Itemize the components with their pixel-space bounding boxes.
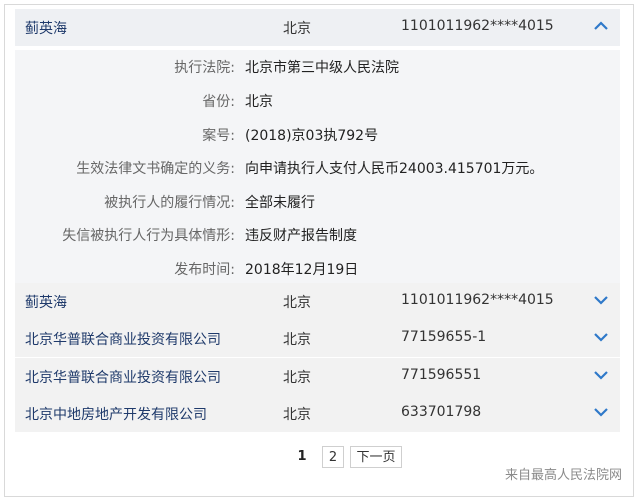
detail-value: 北京	[245, 94, 273, 110]
result-row[interactable]: 北京中地房地产开发有限公司 北京 633701798	[15, 395, 620, 432]
result-city: 北京	[283, 295, 311, 311]
chevron-down-icon[interactable]	[592, 403, 610, 421]
detail-value: 全部未履行	[245, 195, 315, 211]
detail-circumstance: 失信被执行人行为具体情形: 违反财产报告制度	[15, 218, 620, 248]
page-2-button[interactable]: 2	[322, 446, 344, 468]
result-city: 北京	[283, 407, 311, 423]
result-id: 771596551	[401, 367, 482, 383]
detail-label: 省份:	[202, 94, 235, 110]
result-name-link[interactable]: 北京华普联合商业投资有限公司	[25, 367, 221, 387]
result-id: 1101011962****4015	[401, 292, 554, 308]
result-row[interactable]: 北京华普联合商业投资有限公司 北京 77159655-1	[15, 320, 620, 357]
result-name-link[interactable]: 蓟英海	[25, 18, 67, 38]
detail-performance: 被执行人的履行情况: 全部未履行	[15, 185, 620, 215]
detail-label: 发布时间:	[174, 262, 235, 278]
result-row[interactable]: 蓟英海 北京 1101011962****4015	[15, 9, 620, 46]
detail-value: 北京市第三中级人民法院	[245, 60, 399, 76]
result-name-link[interactable]: 蓟英海	[25, 292, 67, 312]
detail-province: 省份: 北京	[15, 84, 620, 114]
source-watermark: 来自最高人民法院网	[504, 468, 622, 483]
detail-label: 执行法院:	[174, 60, 235, 76]
detail-value: 2018年12月19日	[245, 262, 359, 278]
detail-court: 执行法院: 北京市第三中级人民法院	[15, 50, 620, 80]
result-detail: 执行法院: 北京市第三中级人民法院 省份: 北京 案号: (2018)京03执7…	[15, 50, 620, 285]
result-city: 北京	[283, 370, 311, 386]
detail-label: 生效法律文书确定的义务:	[76, 161, 235, 177]
result-city: 北京	[283, 332, 311, 348]
detail-publish-date: 发布时间: 2018年12月19日	[15, 252, 620, 282]
detail-value: 违反财产报告制度	[245, 228, 357, 244]
result-row[interactable]: 北京华普联合商业投资有限公司 北京 771596551	[15, 358, 620, 395]
result-city: 北京	[283, 21, 311, 37]
results-panel: 蓟英海 北京 1101011962****4015 执行法院: 北京市第三中级人…	[4, 4, 634, 497]
detail-case-number: 案号: (2018)京03执792号	[15, 118, 620, 148]
page-current: 1	[297, 449, 307, 464]
detail-value: (2018)京03执792号	[245, 128, 379, 144]
detail-obligation: 生效法律文书确定的义务: 向申请执行人支付人民币24003.415701万元。	[15, 151, 620, 181]
result-row[interactable]: 蓟英海 北京 1101011962****4015	[15, 283, 620, 320]
chevron-down-icon[interactable]	[592, 366, 610, 384]
result-id: 77159655-1	[401, 329, 487, 345]
result-id: 1101011962****4015	[401, 18, 554, 34]
detail-label: 案号:	[202, 128, 235, 144]
chevron-down-icon[interactable]	[592, 291, 610, 309]
result-id: 633701798	[401, 404, 482, 420]
chevron-down-icon[interactable]	[592, 328, 610, 346]
detail-value: 向申请执行人支付人民币24003.415701万元。	[245, 161, 544, 177]
result-name-link[interactable]: 北京中地房地产开发有限公司	[25, 404, 207, 424]
next-page-button[interactable]: 下一页	[350, 446, 402, 468]
detail-label: 失信被执行人行为具体情形:	[62, 228, 235, 244]
result-name-link[interactable]: 北京华普联合商业投资有限公司	[25, 329, 221, 349]
detail-label: 被执行人的履行情况:	[104, 195, 235, 211]
chevron-up-icon[interactable]	[592, 17, 610, 35]
